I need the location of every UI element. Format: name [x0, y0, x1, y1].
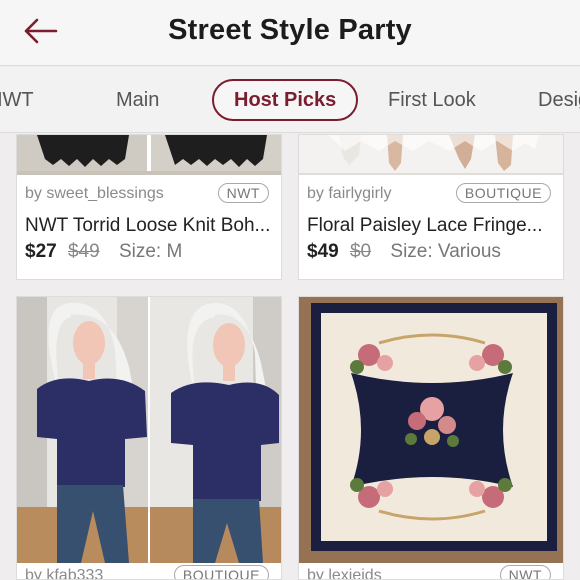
- page-title: Street Style Party: [168, 14, 412, 46]
- seller-name[interactable]: by kfab333: [25, 567, 103, 579]
- listing-title[interactable]: Floral Paisley Lace Fringe...: [307, 215, 563, 237]
- listing-card[interactable]: by lexieids NWT: [298, 296, 564, 580]
- listing-card[interactable]: by kfab333 BOUTIQUE: [16, 296, 282, 580]
- original-price: $0: [349, 241, 372, 262]
- seller-name[interactable]: by fairlygirly: [307, 185, 391, 203]
- tab-first-look[interactable]: First Look: [388, 89, 476, 112]
- seller-name[interactable]: by sweet_blessings: [25, 185, 164, 203]
- listing-photo[interactable]: [17, 135, 281, 175]
- listing-card[interactable]: by fairlygirly BOUTIQUE Floral Paisley L…: [298, 134, 564, 280]
- price: $27: [25, 241, 57, 262]
- tab-main[interactable]: Main: [116, 89, 159, 112]
- condition-badge: NWT: [217, 183, 269, 203]
- tab-designer[interactable]: Designer: [538, 89, 580, 112]
- tab-host-picks[interactable]: Host Picks: [212, 79, 359, 121]
- top-bar: Street Style Party: [0, 0, 580, 66]
- listing-photo[interactable]: [299, 297, 563, 563]
- tab-nwt[interactable]: NWT: [0, 89, 34, 112]
- price: $49: [307, 241, 339, 262]
- party-tabs: NWT Main Host Picks First Look Designer: [0, 67, 580, 133]
- listing-photo[interactable]: [17, 297, 281, 563]
- price-line: $49 $0 Size: Various: [307, 241, 501, 263]
- size-label: Size: M: [118, 241, 183, 262]
- listing-title[interactable]: NWT Torrid Loose Knit Boh...: [25, 215, 281, 237]
- original-price: $49: [67, 241, 100, 262]
- size-label: Size: Various: [390, 241, 501, 262]
- condition-badge: BOUTIQUE: [455, 183, 551, 203]
- price-line: $27 $49 Size: M: [25, 241, 182, 263]
- condition-badge: NWT: [499, 565, 551, 579]
- seller-name[interactable]: by lexieids: [307, 567, 382, 579]
- condition-badge: BOUTIQUE: [173, 565, 269, 579]
- listing-card[interactable]: by sweet_blessings NWT NWT Torrid Loose …: [16, 134, 282, 280]
- listing-photo[interactable]: [299, 135, 563, 175]
